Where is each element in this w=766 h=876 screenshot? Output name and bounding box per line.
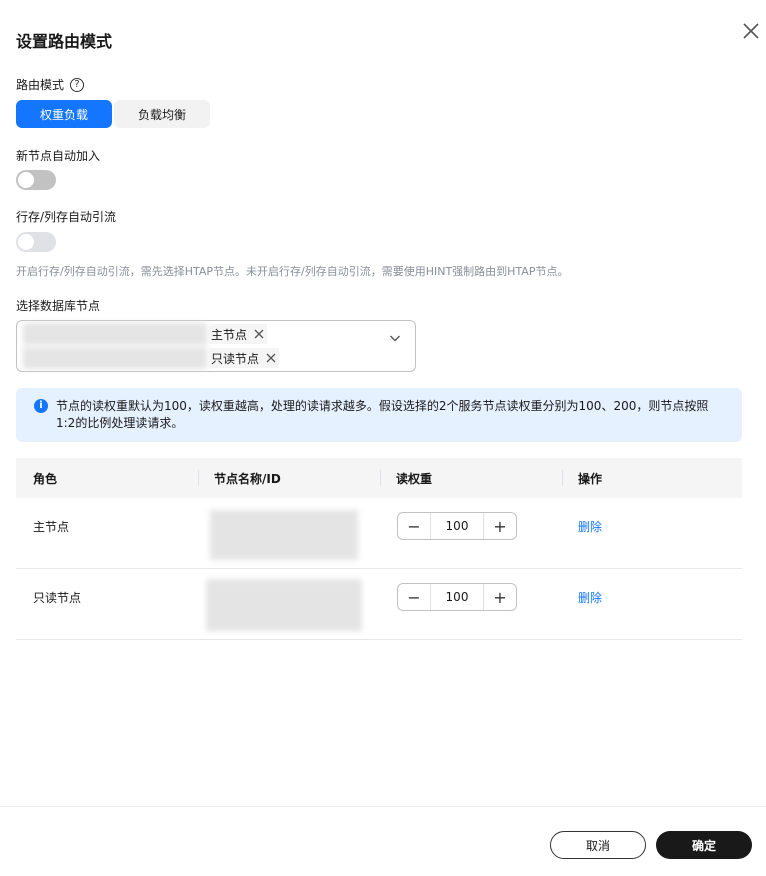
tag-label: 主节点 — [211, 327, 248, 342]
row-role: 只读节点 — [33, 591, 82, 605]
minus-icon[interactable]: − — [398, 513, 430, 539]
toggle-knob — [18, 234, 34, 250]
column-header-role: 角色 — [33, 472, 58, 486]
blurred-node-name — [23, 347, 207, 369]
blurred-node-name — [210, 510, 358, 560]
tag-primary-node: 主节点 — [209, 324, 268, 344]
route-mode-segmented: 权重负载 负载均衡 — [16, 100, 210, 128]
column-divider — [380, 470, 381, 486]
footer-divider — [0, 806, 766, 807]
close-icon[interactable] — [265, 352, 277, 364]
htap-route-toggle[interactable] — [16, 232, 56, 252]
chevron-down-icon[interactable] — [389, 329, 401, 342]
weights-table: 角色 节点名称/ID 读权重 操作 主节点 − 100 + 删除 只读节点 − … — [16, 458, 742, 640]
tag-readonly-node: 只读节点 — [209, 348, 280, 368]
row-role: 主节点 — [33, 520, 70, 534]
table-header: 角色 节点名称/ID 读权重 操作 — [16, 458, 742, 498]
table-row: 只读节点 − 100 + 删除 — [16, 569, 742, 640]
plus-icon[interactable]: + — [484, 584, 516, 610]
route-mode-label: 路由模式 ? — [16, 76, 85, 93]
weight-stepper: − 100 + — [397, 583, 517, 611]
column-header-action: 操作 — [578, 472, 603, 486]
delete-link[interactable]: 删除 — [578, 589, 602, 606]
db-nodes-label: 选择数据库节点 — [16, 299, 101, 313]
auto-join-label: 新节点自动加入 — [16, 149, 101, 163]
blurred-node-name — [23, 323, 207, 345]
weight-stepper: − 100 + — [397, 512, 517, 540]
toggle-knob — [18, 172, 34, 188]
confirm-button[interactable]: 确定 — [656, 831, 752, 859]
auto-join-toggle[interactable] — [16, 170, 56, 190]
route-mode-label-text: 路由模式 — [16, 78, 65, 92]
close-icon[interactable] — [741, 21, 761, 41]
cancel-button[interactable]: 取消 — [550, 831, 646, 859]
plus-icon[interactable]: + — [484, 513, 516, 539]
column-header-weight: 读权重 — [396, 472, 433, 486]
blurred-node-name — [206, 579, 362, 631]
close-icon[interactable] — [253, 328, 265, 340]
minus-icon[interactable]: − — [398, 584, 430, 610]
htap-route-hint: 开启行存/列存自动引流，需先选择HTAP节点。未开启行存/列存自动引流，需要使用… — [16, 265, 569, 278]
column-divider — [198, 470, 199, 486]
htap-route-label: 行存/列存自动引流 — [16, 210, 117, 224]
tag-label: 只读节点 — [211, 351, 260, 366]
question-circle-icon[interactable]: ? — [70, 77, 85, 92]
db-nodes-select[interactable]: 主节点 只读节点 — [16, 320, 416, 372]
column-divider — [562, 470, 563, 486]
route-mode-balanced-button[interactable]: 负载均衡 — [114, 100, 210, 128]
route-mode-weighted-button[interactable]: 权重负载 — [16, 100, 112, 128]
table-row: 主节点 − 100 + 删除 — [16, 498, 742, 569]
dialog-title: 设置路由模式 — [16, 32, 113, 51]
info-text: 节点的读权重默认为100，读权重越高，处理的读请求越多。假设选择的2个服务节点读… — [56, 399, 709, 430]
column-header-node: 节点名称/ID — [214, 472, 281, 486]
weight-input[interactable]: 100 — [430, 513, 484, 539]
info-icon: i — [34, 399, 48, 413]
info-banner: i 节点的读权重默认为100，读权重越高，处理的读请求越多。假设选择的2个服务节… — [16, 388, 742, 442]
weight-input[interactable]: 100 — [430, 584, 484, 610]
delete-link[interactable]: 删除 — [578, 518, 602, 535]
